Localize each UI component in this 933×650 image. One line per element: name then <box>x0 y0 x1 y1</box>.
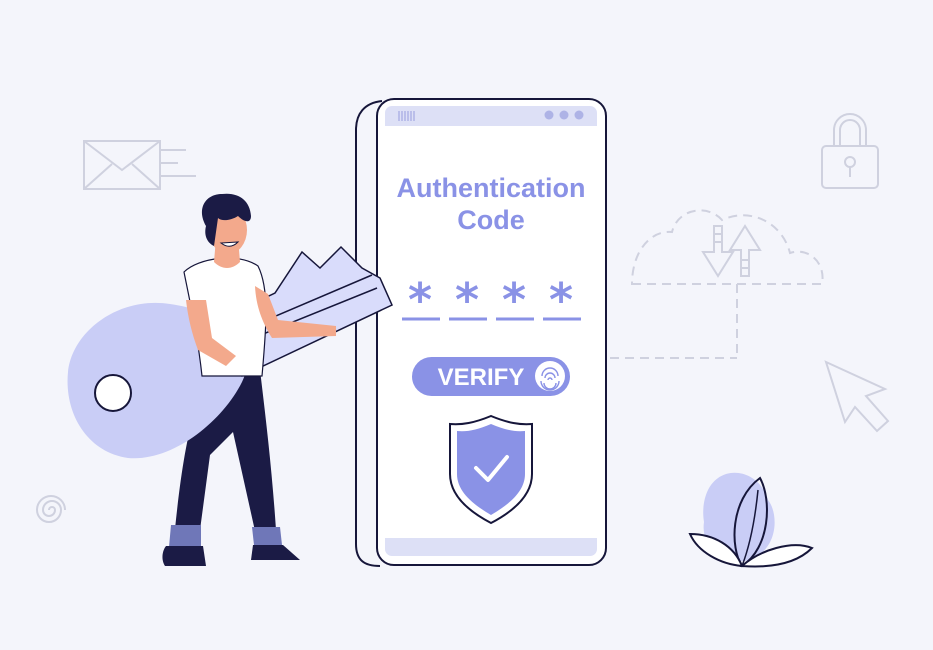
verify-button[interactable]: VERIFY <box>412 357 570 396</box>
status-dots-icon <box>544 110 584 120</box>
envelope-icon <box>83 140 196 190</box>
person-shoe-left <box>162 546 206 566</box>
person-cuff-right <box>252 527 282 545</box>
auth-title-line2: Code <box>457 205 525 235</box>
authentication-illustration: Authentication Code * * * * VERIFY <box>35 98 890 568</box>
key-bow-hole <box>94 374 132 412</box>
lock-icon <box>821 113 879 189</box>
spiral-icon <box>35 495 66 523</box>
plant-illustration <box>688 472 814 568</box>
person-cuff-left <box>169 525 201 547</box>
cursor-arrow-icon <box>824 360 890 433</box>
auth-title-line1: Authentication <box>397 173 586 203</box>
person-shoe-right <box>251 545 300 560</box>
verify-label: VERIFY <box>438 364 525 391</box>
cloud-upload-icon <box>610 209 824 359</box>
smartphone: Authentication Code * * * * VERIFY <box>376 98 607 566</box>
cloud-arrows-icon <box>701 224 762 278</box>
fingerprint-icon <box>535 361 565 391</box>
phone-bottom-bar <box>385 538 597 556</box>
